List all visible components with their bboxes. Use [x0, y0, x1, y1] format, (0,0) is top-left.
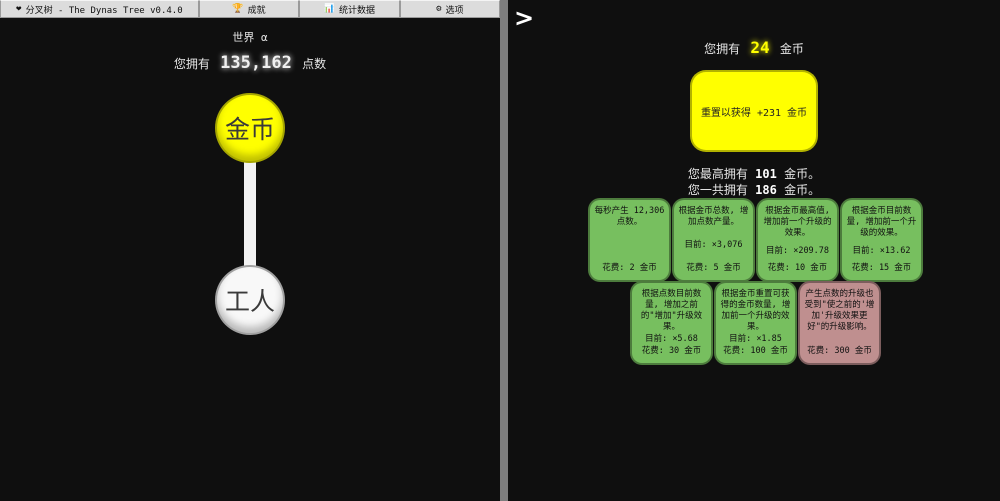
points-prefix: 您拥有 [173, 57, 210, 71]
tab-options-label: 选项 [445, 5, 464, 16]
upgrade-description: 根据金币总数, 增加点数产量。 [678, 206, 749, 227]
tab-info-label: 分叉树 - The Dynas Tree v0.4.0 [25, 5, 183, 16]
best-coins-prefix: 您最高拥有 [687, 167, 748, 181]
upgrade-description: 根据金币重置可获得的金币数量, 增加前一个升级的效果。 [720, 289, 791, 332]
best-coins-suffix: 金币。 [784, 167, 821, 181]
upgrade-description: 根据金币最高值, 增加前一个升级的效果。 [763, 206, 832, 238]
best-coins-line: 您最高拥有 101 金币。 [508, 166, 1000, 182]
upgrade-7[interactable]: 产生点数的升级也受到"使之前的'增加'升级效果更好"的升级影响。 花费: 300… [798, 281, 881, 365]
coin-stats: 您最高拥有 101 金币。 您一共拥有 186 金币。 [508, 166, 1000, 198]
coins-display: 您拥有 24 金币 [508, 38, 1000, 57]
gear-icon: ⚙ [436, 4, 442, 14]
tab-statistics[interactable]: 📊 统计数据 [299, 0, 400, 18]
coins-value: 24 [750, 38, 770, 57]
pane-divider[interactable] [500, 0, 508, 501]
upgrade-description: 根据点数目前数量, 增加之前的"增加"升级效果。 [640, 289, 703, 332]
best-coins-value: 101 [755, 167, 777, 181]
upgrade-description: 每秒产生 12,306 点数。 [594, 206, 665, 227]
upgrade-1[interactable]: 每秒产生 12,306 点数。 花费: 2 金币 [588, 198, 671, 282]
points-display: 您拥有 135,162 点数 [0, 53, 500, 73]
top-tab-bar: ❤ 分叉树 - The Dynas Tree v0.4.0 🏆 成就 📊 统计数… [0, 0, 501, 18]
tab-info[interactable]: ❤ 分叉树 - The Dynas Tree v0.4.0 [0, 0, 199, 18]
total-coins-line: 您一共拥有 186 金币。 [508, 182, 1000, 198]
worker-layer-node[interactable]: 工人 [215, 265, 285, 335]
tab-achievements[interactable]: 🏆 成就 [198, 0, 300, 18]
reset-for-coins-button[interactable]: 重置以获得 +231 金币 [690, 70, 818, 152]
upgrade-5[interactable]: 根据点数目前数量, 增加之前的"增加"升级效果。 目前: ×5.68 花费: 3… [630, 281, 713, 365]
coin-layer-node[interactable]: 金币 [215, 93, 285, 163]
tab-statistics-label: 统计数据 [339, 5, 376, 16]
upgrade-cost: 花费: 15 金币 [851, 263, 912, 273]
tab-achievements-label: 成就 [247, 5, 266, 16]
back-arrow-icon[interactable]: > [514, 4, 534, 32]
total-coins-value: 186 [755, 183, 777, 197]
coins-prefix: 您拥有 [704, 42, 741, 56]
upgrade-3[interactable]: 根据金币最高值, 增加前一个升级的效果。 目前: ×209.78 花费: 10 … [756, 198, 839, 282]
points-value: 135,162 [220, 53, 292, 73]
world-label: 世界 α [232, 31, 268, 44]
total-coins-suffix: 金币。 [784, 183, 821, 197]
upgrade-4[interactable]: 根据金币目前数量, 增加前一个升级的效果。 目前: ×13.62 花费: 15 … [840, 198, 923, 282]
upgrade-current: 目前: ×209.78 [765, 245, 830, 256]
tree-pane: ❤ 分叉树 - The Dynas Tree v0.4.0 🏆 成就 📊 统计数… [0, 0, 501, 501]
upgrade-current: 目前: ×3,076 [684, 240, 743, 250]
upgrade-description: 根据金币目前数量, 增加前一个升级的效果。 [846, 206, 917, 238]
coins-suffix: 金币 [779, 42, 804, 56]
upgrade-cost: 花费: 2 金币 [602, 263, 657, 273]
upgrade-2[interactable]: 根据金币总数, 增加点数产量。 目前: ×3,076 花费: 5 金币 [672, 198, 755, 282]
upgrade-cost: 花费: 300 金币 [807, 346, 872, 356]
upgrade-cost: 花费: 100 金币 [723, 346, 788, 356]
upgrade-current: 目前: ×5.68 [645, 334, 698, 344]
layer-pane: > 您拥有 24 金币 重置以获得 +231 金币 您最高拥有 101 金币。 … [508, 0, 1000, 501]
upgrade-6[interactable]: 根据金币重置可获得的金币数量, 增加前一个升级的效果。 目前: ×1.85 花费… [714, 281, 797, 365]
points-suffix: 点数 [302, 57, 327, 71]
total-coins-prefix: 您一共拥有 [687, 183, 748, 197]
upgrade-cost: 花费: 30 金币 [641, 346, 702, 356]
upgrade-cost: 花费: 5 金币 [686, 263, 741, 273]
tab-options[interactable]: ⚙ 选项 [399, 0, 501, 18]
upgrade-cost: 花费: 10 金币 [767, 263, 828, 273]
heart-icon: ❤ [16, 4, 22, 14]
trophy-icon: 🏆 [232, 4, 244, 14]
upgrade-description: 产生点数的升级也受到"使之前的'增加'升级效果更好"的升级影响。 [804, 289, 875, 332]
upgrade-current: 目前: ×13.62 [852, 245, 911, 256]
bar-chart-icon: 📊 [323, 4, 335, 14]
upgrade-current: 目前: ×1.85 [729, 334, 782, 344]
